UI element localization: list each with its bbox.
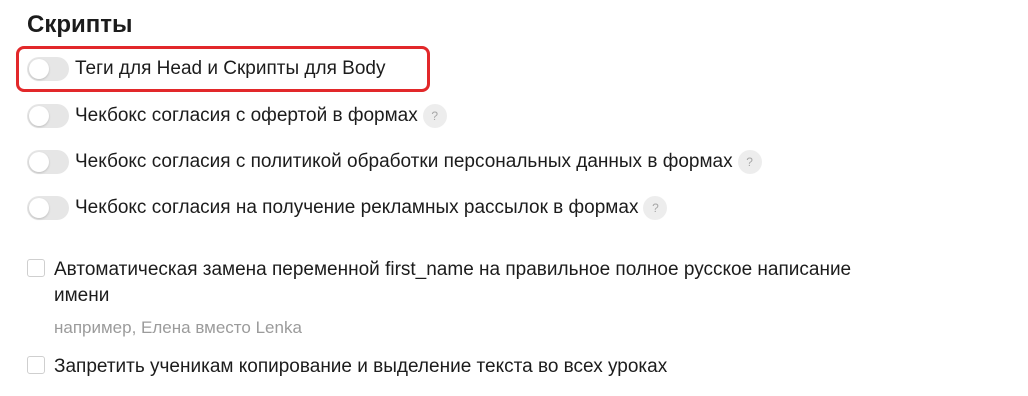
toggle-knob: [29, 106, 49, 126]
checkbox-text: Запретить ученикам копирование и выделен…: [54, 354, 854, 380]
head-body-scripts-toggle[interactable]: [27, 57, 69, 81]
help-icon[interactable]: ?: [643, 196, 668, 220]
scripts-settings-panel: Скрипты Теги для Head и Скрипты для Body…: [0, 0, 1028, 396]
toggle-row-privacy-consent: Чекбокс согласия с политикой обработки п…: [27, 147, 762, 177]
toggle-row-marketing-consent: Чекбокс согласия на получение рекламных …: [27, 193, 668, 223]
toggle-row-offer-consent: Чекбокс согласия с офертой в формах ?: [27, 101, 447, 131]
section-title: Скрипты: [27, 11, 133, 38]
toggle-label: Чекбокс согласия на получение рекламных …: [75, 197, 639, 218]
checkbox-label: Автоматическая замена переменной first_n…: [54, 259, 852, 306]
toggle-knob: [29, 152, 49, 172]
toggle-row-head-body-scripts: Теги для Head и Скрипты для Body: [27, 54, 385, 84]
help-icon[interactable]: ?: [422, 104, 447, 128]
checkbox-text: Автоматическая замена переменной first_n…: [54, 257, 854, 339]
name-replacement-checkbox[interactable]: [27, 259, 45, 277]
checkbox-row-name-replacement: Автоматическая замена переменной first_n…: [27, 257, 854, 339]
toggle-label: Теги для Head и Скрипты для Body: [75, 58, 386, 79]
checkbox-row-disable-copy: Запретить ученикам копирование и выделен…: [27, 354, 854, 380]
toggle-knob: [29, 59, 49, 79]
checkbox-label: Запретить ученикам копирование и выделен…: [54, 356, 668, 377]
marketing-consent-toggle[interactable]: [27, 196, 69, 220]
privacy-consent-toggle[interactable]: [27, 150, 69, 174]
help-icon[interactable]: ?: [737, 150, 762, 174]
toggle-label: Чекбокс согласия с офертой в формах: [75, 105, 418, 126]
toggle-knob: [29, 198, 49, 218]
offer-consent-toggle[interactable]: [27, 104, 69, 128]
checkbox-hint: например, Елена вместо Lenka: [54, 318, 302, 337]
disable-copy-checkbox[interactable]: [27, 356, 45, 374]
toggle-label: Чекбокс согласия с политикой обработки п…: [75, 151, 733, 172]
